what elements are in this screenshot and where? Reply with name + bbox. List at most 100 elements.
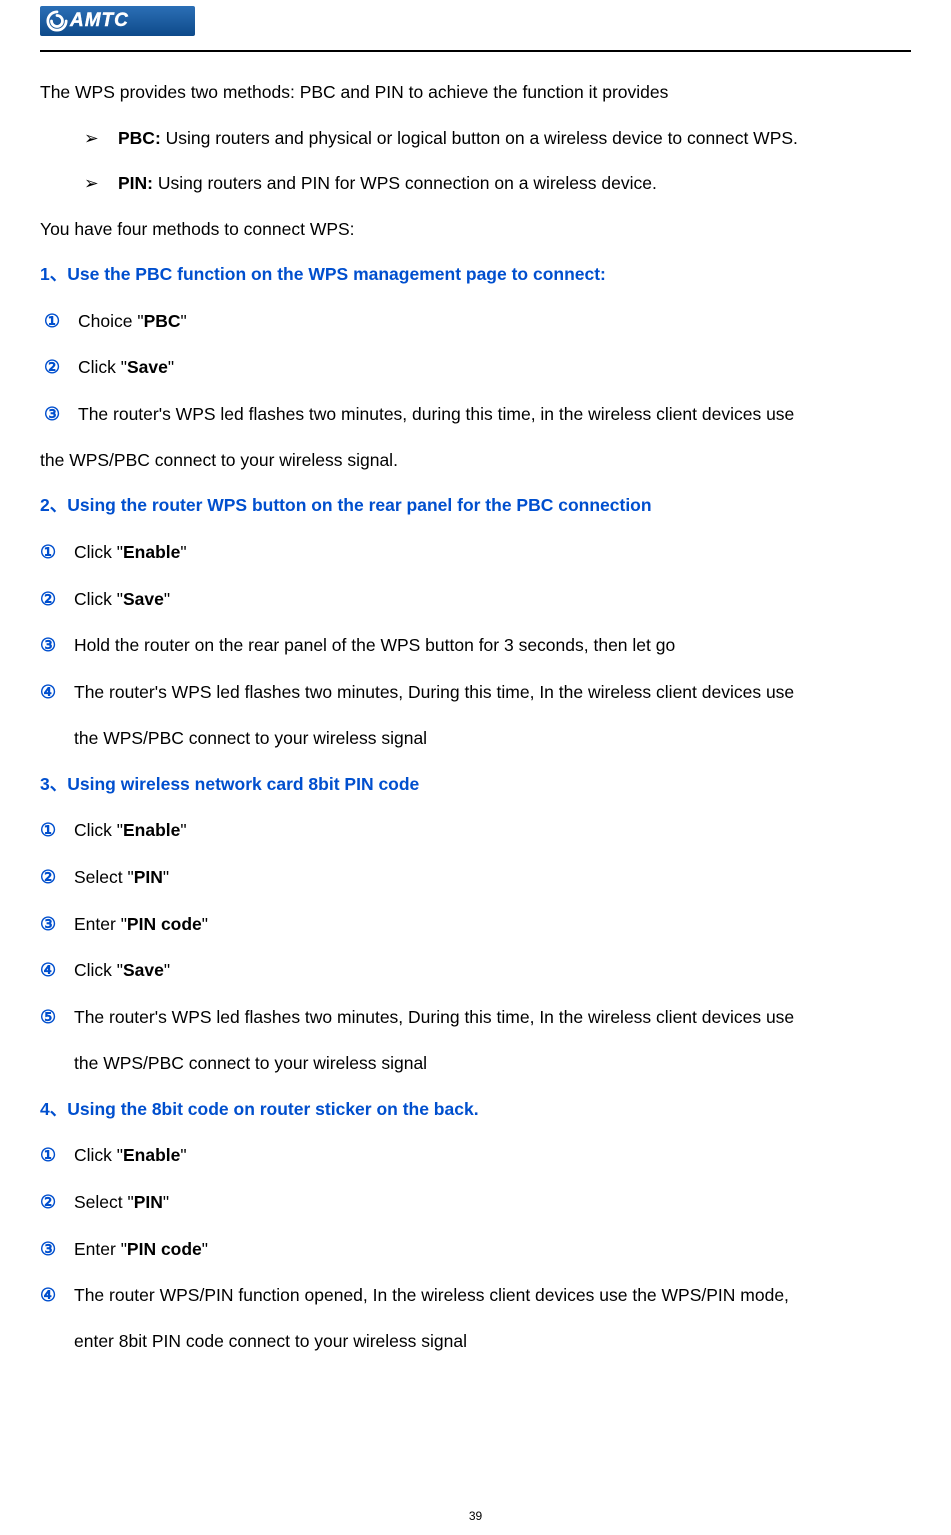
section4-step4-cont: enter 8bit PIN code connect to your wire…	[40, 1319, 911, 1365]
step-text: The router's WPS led flashes two minutes…	[74, 995, 911, 1041]
circled-number-icon: ①	[40, 1132, 74, 1179]
section1-step3-cont: the WPS/PBC connect to your wireless sig…	[40, 438, 911, 484]
step-text: The router WPS/PIN function opened, In t…	[74, 1273, 911, 1319]
section3-heading: 3、Using wireless network card 8bit PIN c…	[40, 762, 911, 808]
section3-step2: ② Select "PIN"	[40, 854, 911, 901]
section4-heading: 4、Using the 8bit code on router sticker …	[40, 1087, 911, 1133]
section4-step3: ③ Enter "PIN code"	[40, 1226, 911, 1273]
step-pre: Click "	[74, 542, 123, 562]
step-bold: PIN code	[127, 1239, 202, 1259]
bullet-pin-desc: Using routers and PIN for WPS connection…	[153, 173, 657, 193]
step-text: Select "PIN"	[74, 855, 911, 901]
section4-step1: ① Click "Enable"	[40, 1132, 911, 1179]
step-post: "	[163, 1192, 169, 1212]
step-bold: PIN	[134, 867, 163, 887]
circled-number-icon: ①	[40, 807, 74, 854]
step-text: Choice "PBC"	[78, 299, 911, 345]
step-bold: PIN	[134, 1192, 163, 1212]
step-pre: Click "	[74, 589, 123, 609]
step-text: Click "Enable"	[74, 1133, 911, 1179]
step-bold: Enable	[123, 820, 180, 840]
step-bold: Enable	[123, 542, 180, 562]
step-text: The router's WPS led flashes two minutes…	[74, 670, 911, 716]
step-post: "	[164, 960, 170, 980]
step-text: Click "Enable"	[74, 808, 911, 854]
circled-number-icon: ④	[40, 669, 74, 716]
section1-step3: ③ The router's WPS led flashes two minut…	[40, 391, 911, 438]
bullet-pbc-label: PBC:	[118, 128, 161, 148]
step-bold: Save	[123, 589, 164, 609]
circled-number-icon: ⑤	[40, 994, 74, 1041]
bullet-pin: ➢ PIN: Using routers and PIN for WPS con…	[40, 161, 911, 207]
step-bold: PIN code	[127, 914, 202, 934]
circled-number-icon: ②	[40, 1179, 74, 1226]
section3-step5: ⑤ The router's WPS led flashes two minut…	[40, 994, 911, 1041]
step-text: Click "Save"	[74, 948, 911, 994]
circled-number-icon: ④	[40, 1272, 74, 1319]
bullet-pin-text: PIN: Using routers and PIN for WPS conne…	[118, 161, 911, 207]
section2-step1: ① Click "Enable"	[40, 529, 911, 576]
section2-step2: ② Click "Save"	[40, 576, 911, 623]
section2-step3: ③ Hold the router on the rear panel of t…	[40, 622, 911, 669]
bullet-pbc-desc: Using routers and physical or logical bu…	[161, 128, 798, 148]
step-pre: Click "	[74, 960, 123, 980]
step-pre: Choice "	[78, 311, 144, 331]
step-post: "	[164, 589, 170, 609]
bullet-pin-label: PIN:	[118, 173, 153, 193]
section3-step4: ④ Click "Save"	[40, 947, 911, 994]
circled-number-icon: ③	[40, 901, 74, 948]
section1-heading: 1、Use the PBC function on the WPS manage…	[40, 252, 911, 298]
step-post: "	[180, 820, 186, 840]
step-text: Click "Save"	[74, 577, 911, 623]
step-post: "	[163, 867, 169, 887]
step-text: Select "PIN"	[74, 1180, 911, 1226]
step-pre: Enter "	[74, 914, 127, 934]
circled-number-icon: ③	[40, 1226, 74, 1273]
section3-step3: ③ Enter "PIN code"	[40, 901, 911, 948]
step-pre: Click "	[74, 820, 123, 840]
step-text: Click "Enable"	[74, 530, 911, 576]
bullet-pbc-text: PBC: Using routers and physical or logic…	[118, 116, 911, 162]
swirl-icon	[46, 10, 68, 32]
section1-step1: ① Choice "PBC"	[40, 298, 911, 345]
brand-logo: AMTC	[40, 6, 195, 36]
step-bold: Save	[127, 357, 168, 377]
step-post: "	[202, 1239, 208, 1259]
step-pre: Click "	[78, 357, 127, 377]
bullet-mark-icon: ➢	[84, 116, 118, 162]
step-pre: Select "	[74, 867, 134, 887]
section3-step5-cont: the WPS/PBC connect to your wireless sig…	[40, 1041, 911, 1087]
step-post: "	[180, 542, 186, 562]
step-post: "	[202, 914, 208, 934]
section2-heading: 2、Using the router WPS button on the rea…	[40, 483, 911, 529]
section1-step2: ② Click "Save"	[40, 344, 911, 391]
intro-text: The WPS provides two methods: PBC and PI…	[40, 70, 911, 116]
header-bar: AMTC	[40, 0, 911, 50]
circled-number-icon: ①	[40, 529, 74, 576]
step-text: Enter "PIN code"	[74, 902, 911, 948]
circled-number-icon: ③	[40, 622, 74, 669]
header-divider	[40, 50, 911, 52]
body: The WPS provides two methods: PBC and PI…	[40, 70, 911, 1365]
step-text: Enter "PIN code"	[74, 1227, 911, 1273]
step-text: Hold the router on the rear panel of the…	[74, 623, 911, 669]
step-post: "	[181, 311, 187, 331]
bullet-mark-icon: ➢	[84, 161, 118, 207]
circled-number-icon: ④	[40, 947, 74, 994]
step-bold: Enable	[123, 1145, 180, 1165]
section4-step4: ④ The router WPS/PIN function opened, In…	[40, 1272, 911, 1319]
step-pre: Enter "	[74, 1239, 127, 1259]
step-bold: Save	[123, 960, 164, 980]
page: AMTC The WPS provides two methods: PBC a…	[0, 0, 951, 1535]
page-number: 39	[0, 1509, 951, 1523]
step-post: "	[168, 357, 174, 377]
section3-step1: ① Click "Enable"	[40, 807, 911, 854]
step-text: Click "Save"	[78, 345, 911, 391]
bullet-pbc: ➢ PBC: Using routers and physical or log…	[40, 116, 911, 162]
section4-step2: ② Select "PIN"	[40, 1179, 911, 1226]
step-pre: Select "	[74, 1192, 134, 1212]
circled-number-icon: ②	[40, 854, 74, 901]
step-bold: PBC	[144, 311, 181, 331]
step-post: "	[180, 1145, 186, 1165]
methods-intro: You have four methods to connect WPS:	[40, 207, 911, 253]
